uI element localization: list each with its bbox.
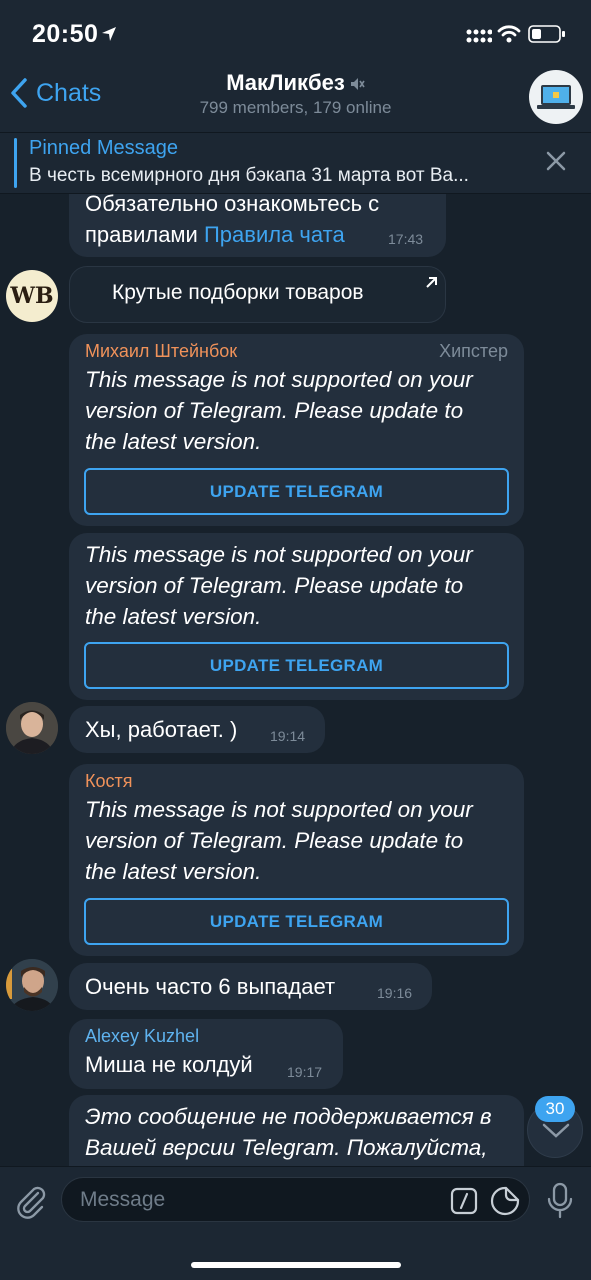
user-photo [6,959,58,1011]
pinned-text: В честь всемирного дня бэкапа 31 марта в… [29,165,469,186]
chat-title-text: МакЛикбез [226,70,345,95]
message-bubble[interactable]: This message is not supported on your ve… [69,533,524,700]
unsupported-message-text: This message is not supported on your ve… [85,542,473,629]
microphone-icon[interactable] [544,1181,576,1221]
message-bubble[interactable]: Михаил Штейнбок Хипстер This message is … [69,334,524,526]
message-time: 17:43 [388,231,424,247]
avatar[interactable] [6,959,58,1011]
chat-title[interactable]: МакЛикбез [0,70,591,96]
pinned-accent-bar [14,138,17,188]
message-bubble[interactable]: Хы, работает. ) 19:14 [69,706,325,753]
unsupported-message-text: This message is not supported on your ve… [85,797,473,884]
status-time: 20:50 [32,20,99,48]
link-preview-bubble[interactable]: Крутые подборки товаров [69,266,446,323]
laptop-icon [537,85,575,109]
muted-speaker-icon [350,78,365,91]
unsupported-message-text: This message is not supported on your ve… [85,367,473,454]
message-time: 19:16 [377,985,413,1001]
message-bubble[interactable]: Alexey Kuzhel Миша не колдуй 19:17 [69,1019,343,1089]
update-telegram-button[interactable]: UPDATE TELEGRAM [84,642,509,689]
message-bubble[interactable]: Это сообщение не поддерживается в Вашей … [69,1095,524,1166]
sender-title-badge: Хипстер [439,341,508,361]
cellular-signal-icon [466,29,492,43]
chat-members-status: 799 members, 179 online [199,98,392,117]
unsupported-message-text: Это сообщение не поддерживается в Вашей … [85,1104,492,1160]
chevron-down-icon [542,1123,570,1138]
message-list[interactable]: Обязательно ознакомьтесь с правилами Пра… [0,194,591,1166]
update-telegram-button[interactable]: UPDATE TELEGRAM [84,898,509,945]
avatar[interactable] [6,702,58,754]
location-arrow-icon [102,27,116,41]
message-bubble[interactable]: Костя This message is not supported on y… [69,764,524,956]
home-indicator [191,1262,401,1268]
close-icon[interactable] [545,150,567,172]
bot-command-icon[interactable] [450,1187,478,1215]
unread-count-badge: 30 [535,1096,575,1122]
chat-rules-link[interactable]: Правила чата [204,222,345,247]
pinned-message-bar[interactable]: Pinned Message В честь всемирного дня бэ… [0,132,591,194]
user-photo [6,702,58,754]
message-time: 19:17 [287,1064,323,1080]
message-bubble[interactable]: Очень часто 6 выпадает 19:16 [69,963,432,1010]
message-field[interactable] [61,1177,530,1222]
avatar[interactable]: WB [6,270,58,322]
message-sender: Костя [85,771,133,791]
message-time: 19:14 [270,728,306,744]
paperclip-icon[interactable] [12,1183,48,1219]
message-text: Хы, работает. ) [85,717,238,742]
message-input[interactable] [80,1184,440,1216]
update-telegram-button[interactable]: UPDATE TELEGRAM [84,468,509,515]
message-text: Очень часто 6 выпадает [85,974,336,999]
sticker-icon[interactable] [490,1186,520,1216]
external-link-arrow-icon [426,277,437,288]
chat-header: Chats МакЛикбез 799 members, 179 online [0,66,591,132]
message-bubble[interactable]: Обязательно ознакомьтесь с правилами Пра… [69,194,446,257]
battery-icon [528,25,565,43]
avatar-initials: WB [10,283,54,309]
message-sender: Alexey Kuzhel [85,1026,200,1046]
message-text: Миша не колдуй [85,1052,253,1077]
status-bar: 20:50 [0,0,591,66]
message-text: Обязательно ознакомьтесь с правилами Пра… [85,194,380,247]
pinned-title: Pinned Message [29,137,178,159]
message-sender: Михаил Штейнбок [85,341,238,361]
chat-avatar[interactable] [529,70,583,124]
wifi-icon [497,25,521,43]
link-preview-title: Крутые подборки товаров [112,281,364,304]
